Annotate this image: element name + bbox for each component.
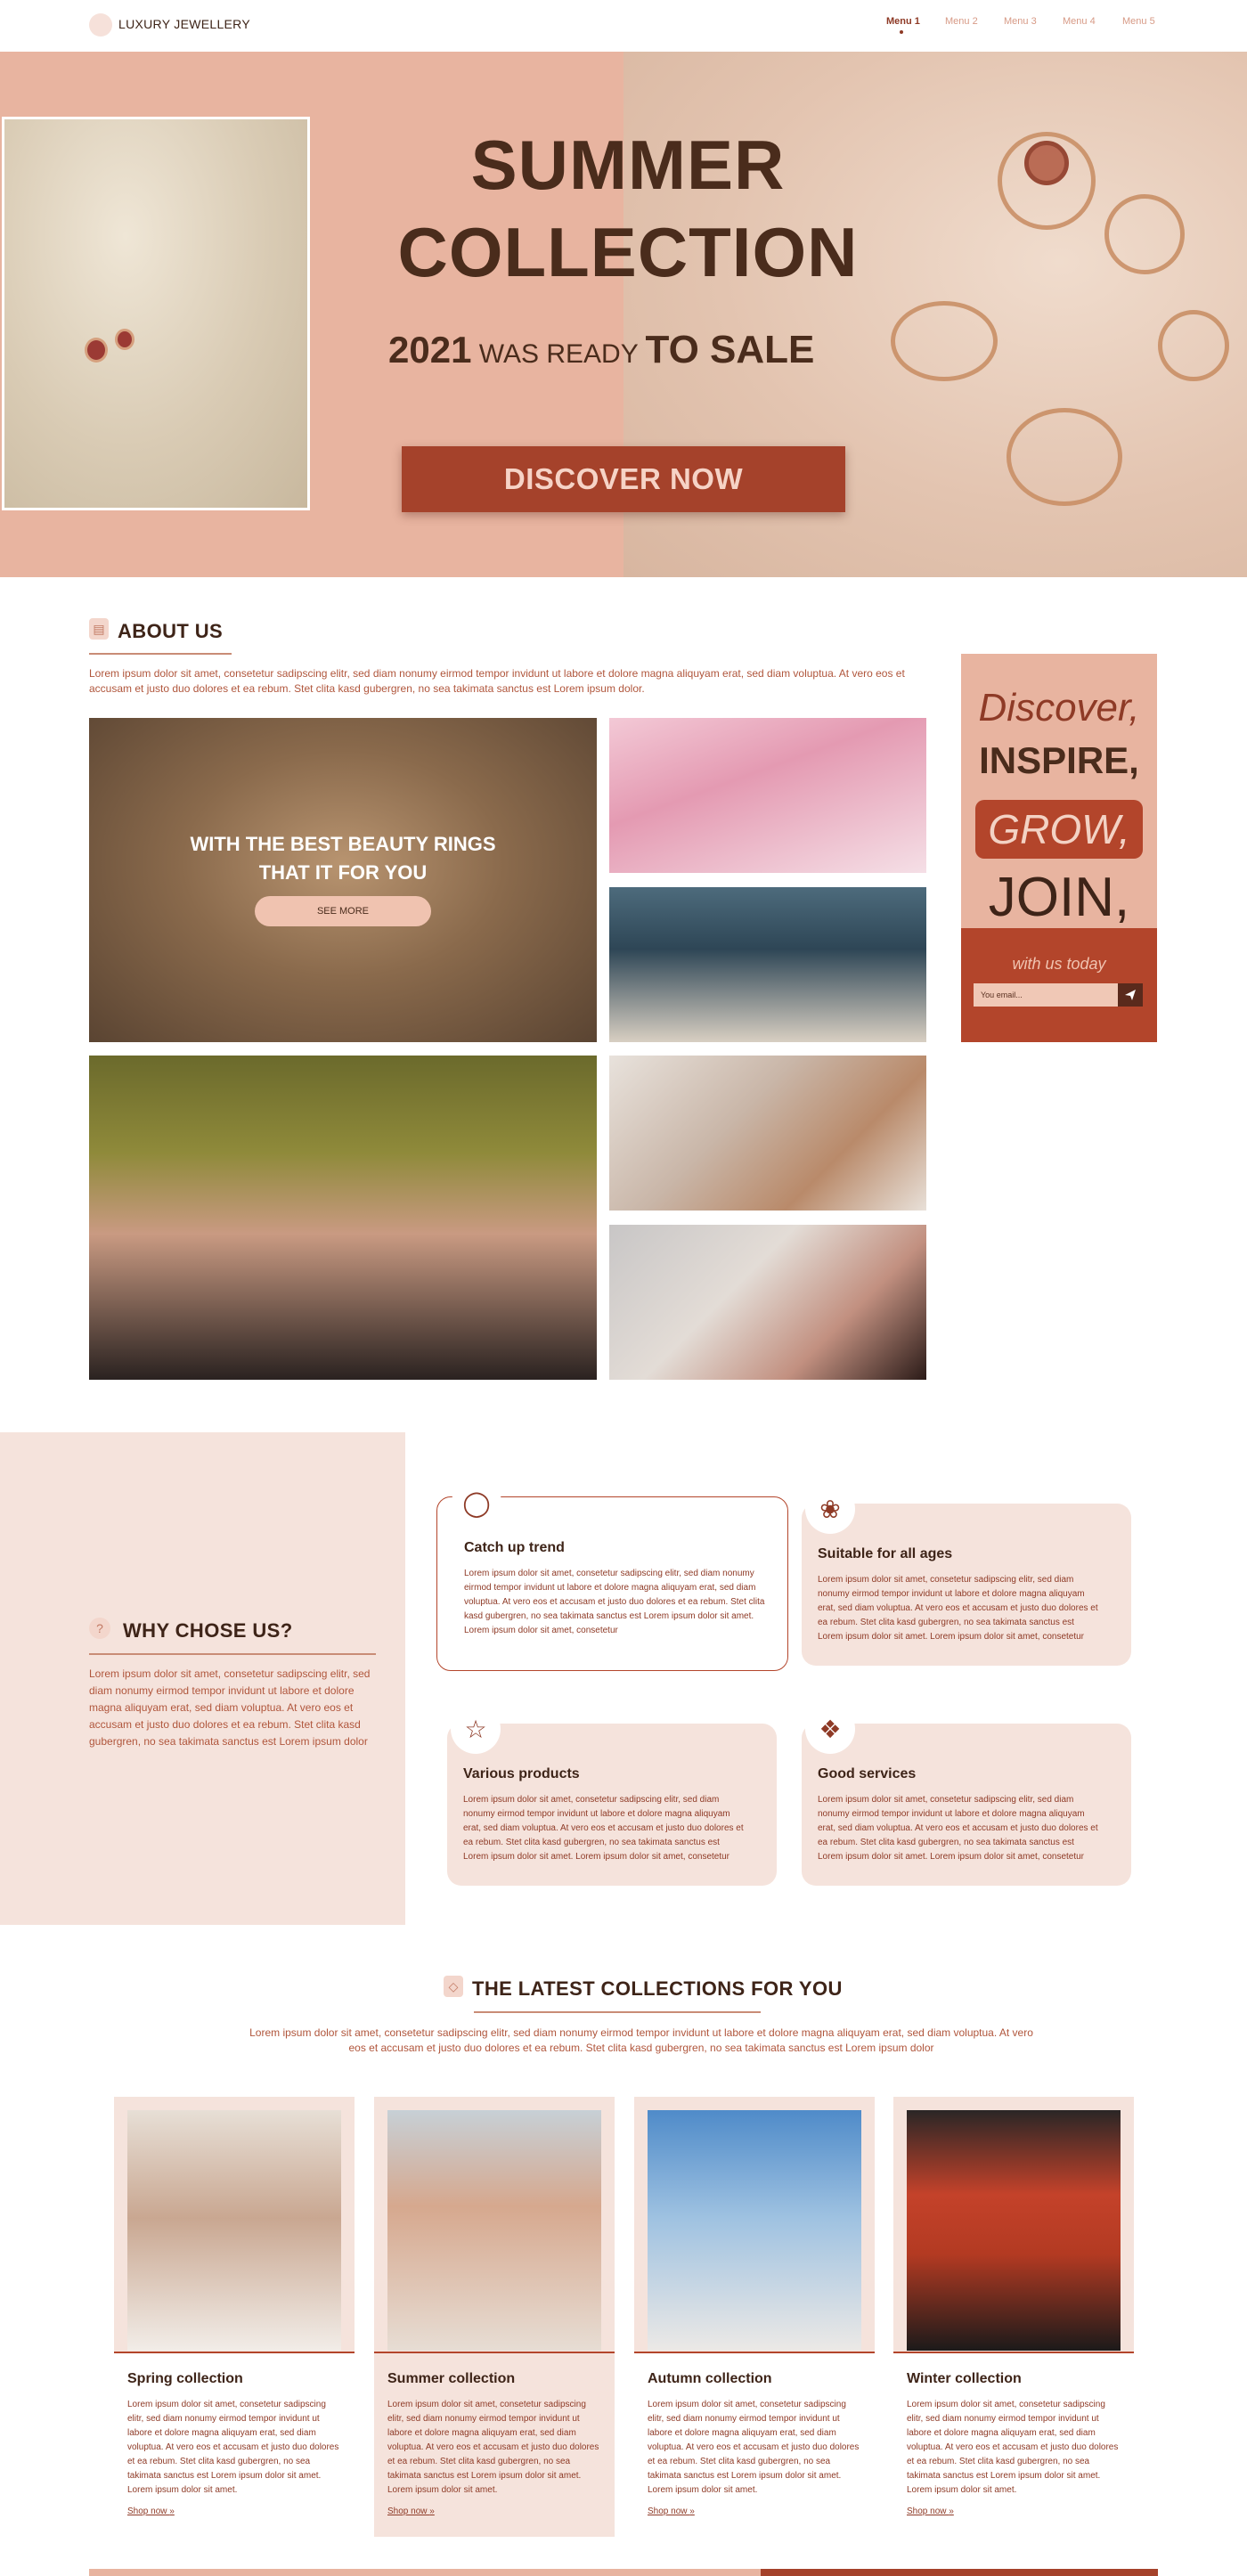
- shop-now-label: Shop now: [387, 2507, 428, 2516]
- question-icon: ?: [89, 1618, 110, 1639]
- card-title: Catch up trend: [464, 1540, 565, 1555]
- collection-card-autumn[interactable]: Autumn collection Lorem ipsum dolor sit …: [634, 2097, 875, 2537]
- about-title-underline: [89, 653, 232, 655]
- hero-year: 2021: [388, 329, 472, 371]
- why-text: Lorem ipsum dolor sit amet, consetetur s…: [89, 1667, 371, 1748]
- hero-section: SUMMER COLLECTION 2021 WAS READY TO SALE…: [0, 52, 1247, 577]
- autumn-photo: [648, 2110, 861, 2351]
- collection-divider: [374, 2352, 615, 2353]
- email-input[interactable]: You email...: [974, 983, 1118, 1007]
- banner-grow: GROW,: [975, 800, 1143, 859]
- banner-inspire: INSPIRE,: [979, 739, 1139, 781]
- shop-now-label: Shop now: [907, 2507, 947, 2516]
- hero-title-line2: COLLECTION: [397, 213, 859, 291]
- collection-title: Summer collection: [387, 2371, 516, 2386]
- banner-discover: Discover,: [978, 686, 1140, 730]
- collections-text: Lorem ipsum dolor sit amet, consetetur s…: [249, 2026, 1033, 2054]
- logo-text[interactable]: LUXURY JEWELLERY: [118, 17, 250, 31]
- collection-text: Lorem ipsum dolor sit amet, consetetur s…: [907, 2400, 1119, 2495]
- collection-title: Winter collection: [907, 2371, 1022, 2386]
- collection-card-spring[interactable]: Spring collection Lorem ipsum dolor sit …: [114, 2097, 355, 2537]
- rings-hand-photo: [609, 1225, 926, 1380]
- hero-title-line1: SUMMER: [470, 126, 786, 204]
- nav-menu-4[interactable]: Menu 4: [1063, 16, 1096, 27]
- shop-now-link[interactable]: Shop now »: [127, 2507, 175, 2516]
- nav-active-indicator: [900, 30, 903, 34]
- document-icon: ▤: [89, 618, 109, 640]
- about-title: ABOUT US: [118, 620, 224, 642]
- nav-menu-2[interactable]: Menu 2: [945, 16, 978, 27]
- spring-photo: [127, 2110, 341, 2351]
- necklace-icon: ❀: [805, 1484, 855, 1534]
- nav-menu-5[interactable]: Menu 5: [1122, 16, 1155, 27]
- collection-text: Lorem ipsum dolor sit amet, consetetur s…: [127, 2400, 339, 2495]
- card-title: Suitable for all ages: [818, 1546, 953, 1561]
- collections-title: THE LATEST COLLECTIONS FOR YOU: [472, 1977, 843, 2000]
- about-text: Lorem ipsum dolor sit amet, consetetur s…: [89, 667, 905, 695]
- nav-menu-1[interactable]: Menu 1: [886, 16, 920, 27]
- card-good-services: ❖ Good services Lorem ipsum dolor sit am…: [802, 1704, 1131, 1886]
- pendant-icon: ❖: [805, 1704, 855, 1754]
- collection-text: Lorem ipsum dolor sit amet, consetetur s…: [387, 2400, 599, 2495]
- card-title: Various products: [463, 1766, 580, 1781]
- feature-rings-card[interactable]: WITH THE BEST BEAUTY RINGS THAT IT FOR Y…: [89, 718, 597, 1042]
- double-chevron-right-icon: »: [949, 2507, 954, 2516]
- why-title: WHY CHOSE US?: [123, 1619, 293, 1642]
- necklace-back-photo: [609, 887, 926, 1042]
- card-text: Lorem ipsum dolor sit amet, consetetur s…: [463, 1795, 744, 1862]
- collection-divider: [634, 2352, 875, 2353]
- hero-earrings-photo: [2, 117, 310, 510]
- card-various-products: ☆ Various products Lorem ipsum dolor sit…: [447, 1704, 777, 1886]
- send-arrow-icon[interactable]: [1118, 983, 1143, 1007]
- double-chevron-right-icon: »: [689, 2507, 695, 2516]
- card-text: Lorem ipsum dolor sit amet, consetetur s…: [818, 1575, 1098, 1642]
- see-more-button[interactable]: SEE MORE: [255, 896, 431, 926]
- discover-now-button[interactable]: DISCOVER NOW: [402, 446, 845, 512]
- nav-menu-3[interactable]: Menu 3: [1004, 16, 1037, 27]
- bracelet-photo: [609, 1056, 926, 1211]
- collection-card-summer[interactable]: Summer collection Lorem ipsum dolor sit …: [374, 2097, 615, 2537]
- footer-strip-accent: [761, 2569, 1158, 2576]
- feature-line1: WITH THE BEST BEAUTY RINGS: [190, 833, 496, 855]
- collection-text: Lorem ipsum dolor sit amet, consetetur s…: [648, 2400, 860, 2495]
- shop-now-label: Shop now: [648, 2507, 688, 2516]
- newsletter-banner: Discover, INSPIRE, GROW, JOIN, with us t…: [961, 654, 1157, 1042]
- footer-strip: [89, 2569, 1158, 2576]
- logo-icon[interactable]: [89, 13, 112, 37]
- banner-with-us: with us today: [1012, 955, 1106, 973]
- collections-title-underline: [474, 2011, 761, 2013]
- double-chevron-right-icon: »: [429, 2507, 435, 2516]
- site-header: LUXURY JEWELLERY Menu 1 Menu 2 Menu 3 Me…: [0, 0, 1247, 52]
- summer-photo: [387, 2110, 601, 2351]
- hero-subtitle: 2021 WAS READY TO SALE: [388, 328, 887, 372]
- collection-title: Autumn collection: [648, 2371, 772, 2386]
- shop-now-link[interactable]: Shop now »: [907, 2507, 954, 2516]
- collection-divider: [114, 2352, 355, 2353]
- ring-icon: ◇: [444, 1976, 463, 1997]
- card-title: Good services: [818, 1766, 917, 1781]
- ring-icon: ◯: [452, 1478, 501, 1528]
- shop-now-link[interactable]: Shop now »: [648, 2507, 695, 2516]
- shop-now-label: Shop now: [127, 2507, 167, 2516]
- products-icon: ☆: [451, 1704, 501, 1754]
- ring-on-petal-photo: [609, 718, 926, 873]
- card-text: Lorem ipsum dolor sit amet, consetetur s…: [818, 1795, 1098, 1862]
- card-text: Lorem ipsum dolor sit amet, consetetur s…: [464, 1569, 765, 1635]
- winter-photo: [907, 2110, 1121, 2351]
- double-chevron-right-icon: »: [169, 2507, 175, 2516]
- card-suitable-all-ages: ❀ Suitable for all ages Lorem ipsum dolo…: [802, 1484, 1131, 1666]
- card-catch-up-trend: ◯ Catch up trend Lorem ipsum dolor sit a…: [436, 1478, 788, 1671]
- collection-divider: [893, 2352, 1134, 2353]
- shop-now-link[interactable]: Shop now »: [387, 2507, 435, 2516]
- collection-card-winter[interactable]: Winter collection Lorem ipsum dolor sit …: [893, 2097, 1134, 2537]
- why-title-underline: [89, 1653, 376, 1655]
- feature-line2: THAT IT FOR YOU: [258, 861, 428, 884]
- hero-to-sale: TO SALE: [645, 328, 815, 371]
- banner-join: JOIN,: [988, 867, 1130, 928]
- hero-was-ready: WAS READY: [478, 339, 639, 369]
- collection-title: Spring collection: [127, 2371, 243, 2386]
- woman-necklace-photo: [89, 1056, 597, 1380]
